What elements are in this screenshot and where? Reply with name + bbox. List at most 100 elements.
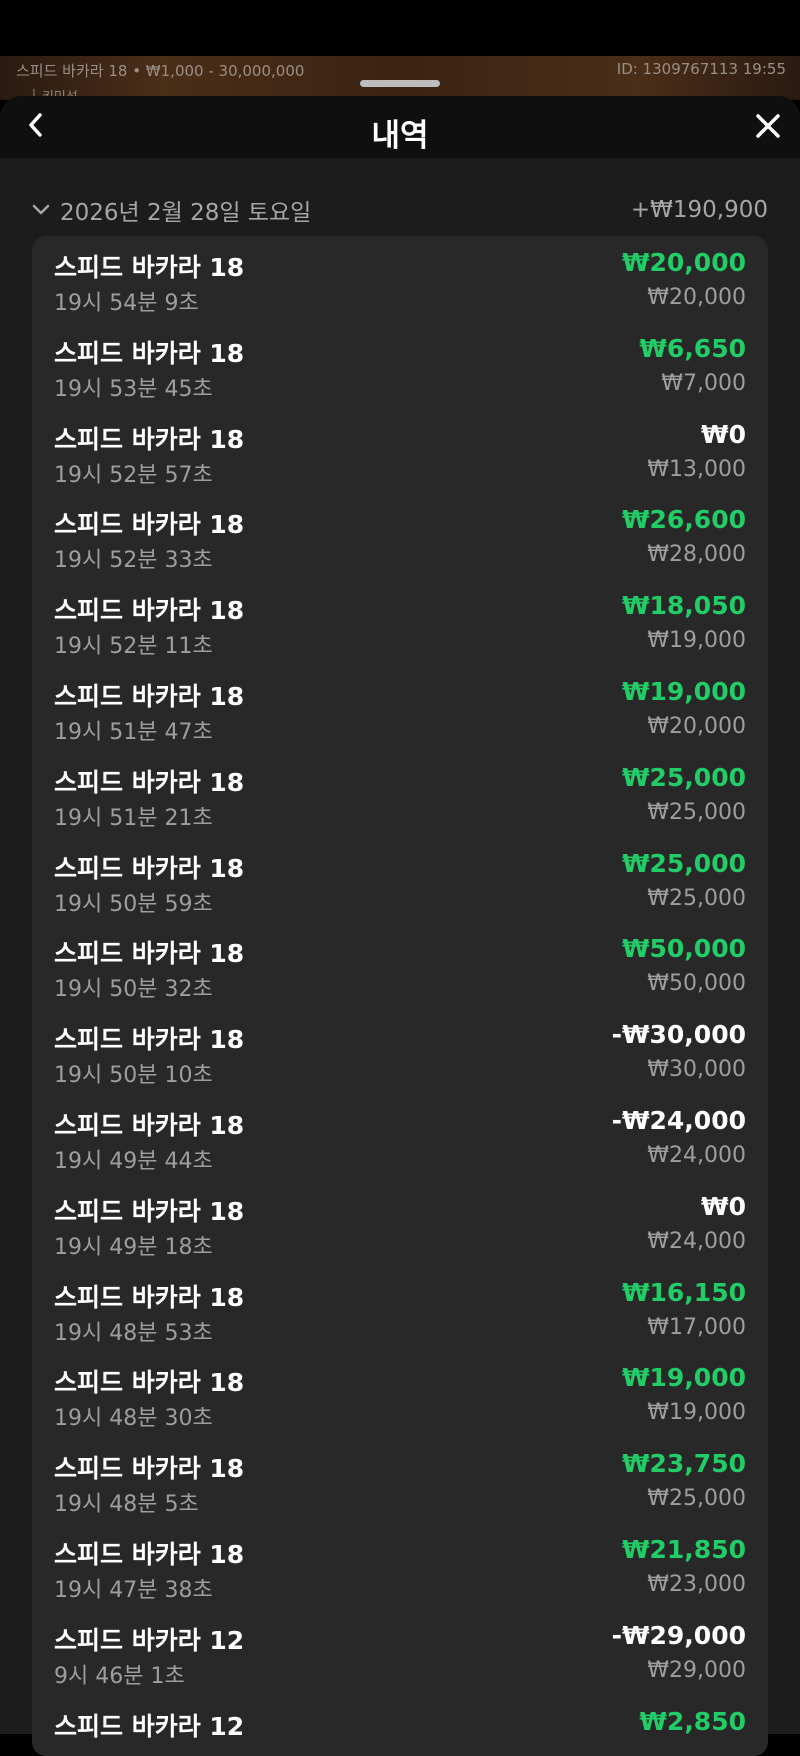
bet-amount: ₩24,000 — [647, 1143, 746, 1168]
history-row[interactable]: 스피드 바카라 12 ₩2,850 — [32, 1699, 768, 1756]
result-amount: ₩21,850 — [621, 1535, 746, 1564]
bet-amount: ₩17,000 — [647, 1314, 746, 1340]
result-amount: ₩19,000 — [621, 1363, 746, 1393]
result-amount: ₩19,000 — [621, 677, 746, 706]
round-time: 19시 50분 32초 — [54, 977, 213, 1003]
round-time: 19시 48분 53초 — [54, 1320, 213, 1346]
bet-amount: ₩7,000 — [661, 370, 746, 396]
result-amount: -₩30,000 — [611, 1020, 746, 1050]
close-icon — [755, 113, 781, 143]
bet-amount: ₩19,000 — [647, 1400, 746, 1426]
result-amount: ₩16,150 — [621, 1277, 746, 1307]
game-name: 스피드 바카라 18 — [54, 510, 245, 540]
result-amount: ₩0 — [701, 419, 746, 449]
history-row[interactable]: 스피드 바카라 18 19시 47분 38초 ₩21,850 ₩23,000 — [32, 1527, 768, 1613]
chevron-down-icon — [32, 201, 50, 220]
history-row[interactable]: 스피드 바카라 18 19시 51분 47초 ₩19,000 ₩20,000 — [32, 669, 768, 755]
bet-amount: ₩20,000 — [647, 714, 746, 739]
game-name: 스피드 바카라 18 — [54, 338, 245, 368]
round-time: 19시 51분 21초 — [54, 805, 213, 831]
game-table-info: 스피드 바카라 18 • ₩1,000 - 30,000,000 — [16, 62, 305, 80]
history-row[interactable]: 스피드 바카라 12 9시 46분 1초 -₩29,000 ₩29,000 — [32, 1613, 768, 1699]
round-time: 19시 50분 59초 — [54, 891, 213, 917]
history-row[interactable]: 스피드 바카라 18 19시 52분 57초 ₩0 ₩13,000 — [32, 412, 768, 498]
close-button[interactable] — [750, 110, 786, 146]
sheet-header: 내역 — [0, 96, 800, 158]
result-amount: ₩20,000 — [621, 248, 746, 277]
game-name: 스피드 바카라 18 — [54, 596, 245, 626]
round-time: 19시 52분 57초 — [54, 462, 213, 488]
result-amount: ₩0 — [701, 1191, 746, 1221]
bet-amount: ₩25,000 — [647, 885, 746, 911]
round-time: 19시 48분 5초 — [54, 1492, 199, 1518]
day-total: +₩190,900 — [630, 197, 768, 223]
round-time: 19시 53분 45초 — [54, 376, 213, 402]
history-row[interactable]: 스피드 바카라 18 19시 51분 21초 ₩25,000 ₩25,000 — [32, 755, 768, 841]
history-row[interactable]: 스피드 바카라 18 19시 49분 44초 -₩24,000 ₩24,000 — [32, 1098, 768, 1184]
round-time: 19시 54분 9초 — [54, 291, 199, 316]
history-row[interactable]: 스피드 바카라 18 19시 54분 9초 ₩20,000 ₩20,000 — [32, 240, 768, 326]
game-name: 스피드 바카라 18 — [54, 253, 245, 282]
game-name: 스피드 바카라 18 — [54, 853, 245, 883]
round-time: 19시 50분 10초 — [54, 1063, 213, 1089]
result-amount: ₩26,600 — [621, 505, 746, 535]
result-amount: ₩25,000 — [621, 848, 746, 878]
history-row[interactable]: 스피드 바카라 18 19시 48분 5초 ₩23,750 ₩25,000 — [32, 1441, 768, 1527]
round-time: 19시 49분 18초 — [54, 1234, 213, 1260]
history-row[interactable]: 스피드 바카라 18 19시 52분 11초 ₩18,050 ₩19,000 — [32, 583, 768, 669]
history-list: 스피드 바카라 18 19시 54분 9초 ₩20,000 ₩20,000 스피드 바카… — [32, 236, 768, 1756]
result-amount: -₩24,000 — [611, 1106, 746, 1135]
bet-amount: ₩19,000 — [647, 628, 746, 654]
day-group-header[interactable]: 2026년 2월 28일 토요일 +₩190,900 — [32, 192, 768, 228]
result-amount: ₩25,000 — [621, 762, 746, 792]
game-name: 스피드 바카라 18 — [54, 1025, 245, 1055]
game-name: 스피드 바카라 18 — [54, 1368, 245, 1398]
result-amount: ₩6,650 — [639, 333, 746, 363]
game-name: 스피드 바카라 18 — [54, 1196, 245, 1226]
bet-amount: ₩28,000 — [647, 542, 746, 568]
result-amount: ₩18,050 — [621, 591, 746, 621]
round-time: 19시 52분 11초 — [54, 634, 213, 660]
history-row[interactable]: 스피드 바카라 18 19시 48분 30초 ₩19,000 ₩19,000 — [32, 1355, 768, 1441]
bet-amount: ₩29,000 — [647, 1657, 746, 1683]
bet-amount: ₩50,000 — [647, 971, 746, 997]
game-name: 스피드 바카라 18 — [54, 1282, 245, 1312]
game-round-id: ID: 1309767113 19:55 — [616, 60, 786, 78]
history-row[interactable]: 스피드 바카라 18 19시 50분 59초 ₩25,000 ₩25,000 — [32, 841, 768, 927]
history-row[interactable]: 스피드 바카라 18 19시 50분 32초 ₩50,000 ₩50,000 — [32, 926, 768, 1012]
history-row[interactable]: 스피드 바카라 18 19시 50분 10초 -₩30,000 ₩30,000 — [32, 1012, 768, 1098]
round-time: 9시 46분 1초 — [54, 1663, 185, 1689]
result-amount: ₩2,850 — [639, 1706, 746, 1736]
history-row[interactable]: 스피드 바카라 18 19시 52분 33초 ₩26,600 ₩28,000 — [32, 497, 768, 583]
game-name: 스피드 바카라 18 — [54, 424, 245, 454]
bet-amount: ₩23,000 — [647, 1572, 746, 1597]
round-time: 19시 47분 38초 — [54, 1578, 213, 1603]
game-name: 스피드 바카라 18 — [54, 939, 245, 969]
history-row[interactable]: 스피드 바카라 18 19시 48분 53초 ₩16,150 ₩17,000 — [32, 1270, 768, 1356]
game-name: 스피드 바카라 12 — [54, 1625, 245, 1655]
bet-amount: ₩25,000 — [647, 799, 746, 825]
round-time: 19시 52분 33초 — [54, 548, 213, 574]
game-name: 스피드 바카라 12 — [54, 1711, 245, 1741]
round-time: 19시 51분 47초 — [54, 720, 213, 745]
bet-amount: ₩13,000 — [647, 456, 746, 482]
result-amount: ₩23,750 — [621, 1449, 746, 1479]
round-time: 19시 49분 44초 — [54, 1149, 213, 1174]
bet-amount: ₩25,000 — [647, 1486, 746, 1512]
bet-amount: ₩20,000 — [647, 285, 746, 310]
result-amount: -₩29,000 — [611, 1620, 746, 1650]
sheet-grabber[interactable] — [360, 80, 440, 87]
sheet-title: 내역 — [371, 118, 429, 154]
bet-amount: ₩24,000 — [647, 1228, 746, 1254]
game-name: 스피드 바카라 18 — [54, 1540, 245, 1569]
game-name: 스피드 바카라 18 — [54, 767, 245, 797]
day-date: 2026년 2월 28일 토요일 — [60, 200, 312, 226]
game-name: 스피드 바카라 18 — [54, 682, 245, 711]
game-name: 스피드 바카라 18 — [54, 1454, 245, 1484]
result-amount: ₩50,000 — [621, 934, 746, 964]
history-row[interactable]: 스피드 바카라 18 19시 49분 18초 ₩0 ₩24,000 — [32, 1184, 768, 1270]
game-name: 스피드 바카라 18 — [54, 1111, 245, 1140]
status-bar — [0, 0, 800, 56]
round-time: 19시 48분 30초 — [54, 1406, 213, 1432]
history-row[interactable]: 스피드 바카라 18 19시 53분 45초 ₩6,650 ₩7,000 — [32, 326, 768, 412]
